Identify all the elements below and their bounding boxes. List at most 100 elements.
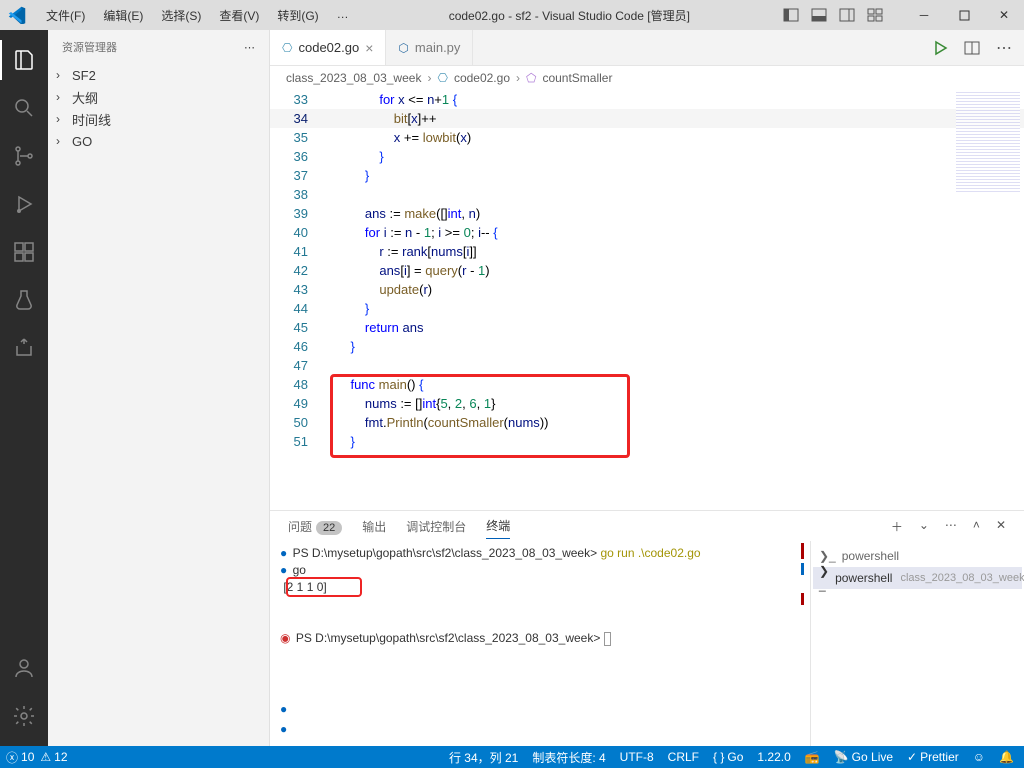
minimap[interactable] — [956, 92, 1020, 192]
panel-tab-output[interactable]: 输出 — [362, 514, 386, 539]
menu-more[interactable]: … — [329, 3, 357, 28]
terminal-list: ❯_powershell ❯_powershellclass_2023_08_0… — [810, 541, 1024, 746]
status-tabsize[interactable]: 制表符长度: 4 — [532, 749, 605, 766]
tab-label: code02.go — [298, 40, 359, 55]
terminal-scroll-marker — [801, 563, 804, 575]
code-line[interactable]: 42 ans[i] = query(r - 1) — [270, 261, 1024, 280]
terminal-list-item[interactable]: ❯_powershell — [813, 545, 1022, 567]
toggle-panel-left-icon[interactable] — [782, 6, 800, 24]
toggle-panel-bottom-icon[interactable] — [810, 6, 828, 24]
status-warnings[interactable]: ⚠ 12 — [40, 750, 67, 764]
code-line[interactable]: 38 — [270, 185, 1024, 204]
terminal-icon: ❯_ — [819, 549, 836, 563]
tab-close-icon[interactable]: × — [365, 40, 373, 56]
search-icon[interactable] — [0, 84, 48, 132]
status-prettier[interactable]: ✓ Prettier — [907, 750, 959, 764]
sidebar-item-sf2[interactable]: ›SF2 — [48, 64, 269, 86]
code-line[interactable]: 44 } — [270, 299, 1024, 318]
sidebar-label: GO — [72, 134, 92, 149]
explorer-icon[interactable] — [0, 36, 48, 84]
new-terminal-icon[interactable]: ＋ — [891, 518, 903, 535]
source-control-icon[interactable] — [0, 132, 48, 180]
status-radio-icon[interactable]: 📻 — [805, 750, 820, 764]
code-editor[interactable]: 33 for x <= n+1 {34 bit[x]++35 x += lowb… — [270, 90, 1024, 510]
menu-go[interactable]: 转到(G) — [269, 3, 326, 28]
terminal-dropdown-icon[interactable]: ⌄ — [919, 518, 929, 535]
panel-tab-terminal[interactable]: 终端 — [486, 513, 510, 539]
bottom-panel: 问题22 输出 调试控制台 终端 ＋ ⌄ ⋯ ˄ ✕ ● PS D:\myset… — [270, 510, 1024, 746]
go-file-icon: ⎔ — [282, 41, 292, 55]
code-line[interactable]: 46 } — [270, 337, 1024, 356]
sidebar-explorer: 资源管理器 ⋯ ›SF2 ›大纲 ›时间线 ›GO — [48, 30, 270, 746]
extensions-icon[interactable] — [0, 228, 48, 276]
menu-file[interactable]: 文件(F) — [38, 3, 93, 28]
highlight-box-output — [286, 577, 362, 597]
title-bar: 文件(F) 编辑(E) 选择(S) 查看(V) 转到(G) … code02.g… — [0, 0, 1024, 30]
terminal-content[interactable]: ● PS D:\mysetup\gopath\src\sf2\class_202… — [270, 541, 810, 746]
code-line[interactable]: 35 x += lowbit(x) — [270, 128, 1024, 147]
terminal-scroll-marker — [801, 593, 804, 605]
run-debug-icon[interactable] — [0, 180, 48, 228]
breadcrumb-file[interactable]: code02.go — [454, 71, 510, 85]
maximize-button[interactable] — [944, 0, 984, 30]
code-line[interactable]: 34 bit[x]++ — [270, 109, 1024, 128]
status-go-version[interactable]: 1.22.0 — [757, 750, 790, 764]
status-bar: ⓧ 10 ⚠ 12 行 34，列 21 制表符长度: 4 UTF-8 CRLF … — [0, 746, 1024, 768]
panel-tab-problems[interactable]: 问题22 — [288, 514, 342, 539]
toggle-panel-right-icon[interactable] — [838, 6, 856, 24]
code-line[interactable]: 41 r := rank[nums[i]] — [270, 242, 1024, 261]
run-file-icon[interactable] — [932, 40, 948, 56]
sidebar-label: SF2 — [72, 68, 96, 83]
share-icon[interactable] — [0, 324, 48, 372]
status-errors[interactable]: ⓧ 10 — [6, 749, 34, 766]
terminal-list-item[interactable]: ❯_powershellclass_2023_08_03_week — [813, 567, 1022, 589]
status-encoding[interactable]: UTF-8 — [620, 750, 654, 764]
minimize-button[interactable]: ─ — [904, 0, 944, 30]
code-line[interactable]: 39 ans := make([]int, n) — [270, 204, 1024, 223]
tab-code02-go[interactable]: ⎔ code02.go × — [270, 30, 386, 65]
terminal-scroll-marker — [801, 543, 804, 559]
breadcrumb-symbol[interactable]: countSmaller — [542, 71, 612, 85]
sidebar-label: 时间线 — [72, 110, 111, 129]
code-line[interactable]: 43 update(r) — [270, 280, 1024, 299]
editor-tabs: ⎔ code02.go × ⬡ main.py ⋯ — [270, 30, 1024, 66]
status-lang[interactable]: { } Go — [713, 750, 743, 764]
code-line[interactable]: 33 for x <= n+1 { — [270, 90, 1024, 109]
accounts-icon[interactable] — [0, 644, 48, 692]
settings-gear-icon[interactable] — [0, 692, 48, 740]
menu-bar: 文件(F) 编辑(E) 选择(S) 查看(V) 转到(G) … — [34, 3, 357, 28]
status-cursor[interactable]: 行 34，列 21 — [449, 749, 518, 766]
status-feedback-icon[interactable]: ☺ — [973, 750, 985, 764]
terminal-command: go run .\code02.go — [600, 546, 700, 560]
tab-main-py[interactable]: ⬡ main.py — [386, 30, 473, 65]
sidebar-more-icon[interactable]: ⋯ — [244, 41, 255, 54]
menu-select[interactable]: 选择(S) — [153, 3, 209, 28]
code-line[interactable]: 47 — [270, 356, 1024, 375]
panel-tab-debug[interactable]: 调试控制台 — [406, 514, 466, 539]
code-line[interactable]: 36 } — [270, 147, 1024, 166]
function-icon: ⬠ — [526, 71, 536, 85]
breadcrumb-folder[interactable]: class_2023_08_03_week — [286, 71, 421, 85]
menu-edit[interactable]: 编辑(E) — [95, 3, 151, 28]
sidebar-item-outline[interactable]: ›大纲 — [48, 86, 269, 108]
close-button[interactable]: ✕ — [984, 0, 1024, 30]
testing-icon[interactable] — [0, 276, 48, 324]
status-go-live[interactable]: 📡 Go Live — [834, 750, 893, 764]
customize-layout-icon[interactable] — [866, 6, 884, 24]
terminal-cursor — [604, 632, 611, 646]
editor-more-icon[interactable]: ⋯ — [996, 38, 1012, 58]
sidebar-label: 大纲 — [72, 88, 98, 107]
menu-view[interactable]: 查看(V) — [211, 3, 267, 28]
code-line[interactable]: 37 } — [270, 166, 1024, 185]
panel-more-icon[interactable]: ⋯ — [945, 518, 957, 535]
split-editor-icon[interactable] — [964, 40, 980, 56]
panel-close-icon[interactable]: ✕ — [996, 518, 1006, 535]
sidebar-item-timeline[interactable]: ›时间线 — [48, 108, 269, 130]
panel-maximize-icon[interactable]: ˄ — [973, 518, 980, 535]
code-line[interactable]: 45 return ans — [270, 318, 1024, 337]
status-bell-icon[interactable]: 🔔 — [999, 750, 1014, 764]
status-eol[interactable]: CRLF — [668, 750, 699, 764]
sidebar-item-go[interactable]: ›GO — [48, 130, 269, 152]
code-line[interactable]: 40 for i := n - 1; i >= 0; i-- { — [270, 223, 1024, 242]
breadcrumbs[interactable]: class_2023_08_03_week › ⎔ code02.go › ⬠ … — [270, 66, 1024, 90]
